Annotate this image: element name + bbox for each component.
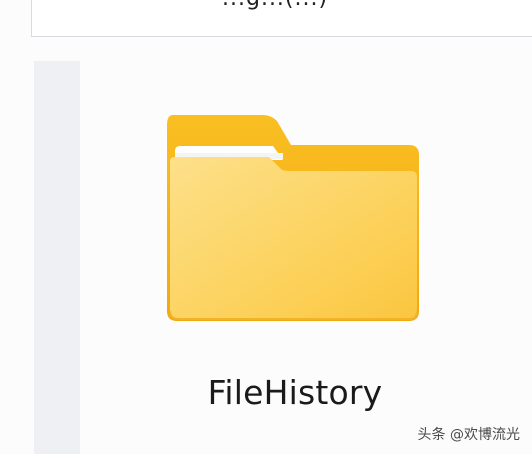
file-explorer-view: ...g...(...) <box>0 0 532 454</box>
address-bar-text: ...g...(...) <box>222 0 328 11</box>
folder-name-label: FileHistory <box>207 373 383 412</box>
navigation-pane <box>34 61 80 454</box>
address-bar[interactable]: ...g...(...) <box>31 0 532 37</box>
watermark: 头条 @欢博流光 <box>417 427 520 443</box>
folder-item-filehistory[interactable]: FileHistory <box>140 95 450 425</box>
folder-icon <box>167 115 419 321</box>
